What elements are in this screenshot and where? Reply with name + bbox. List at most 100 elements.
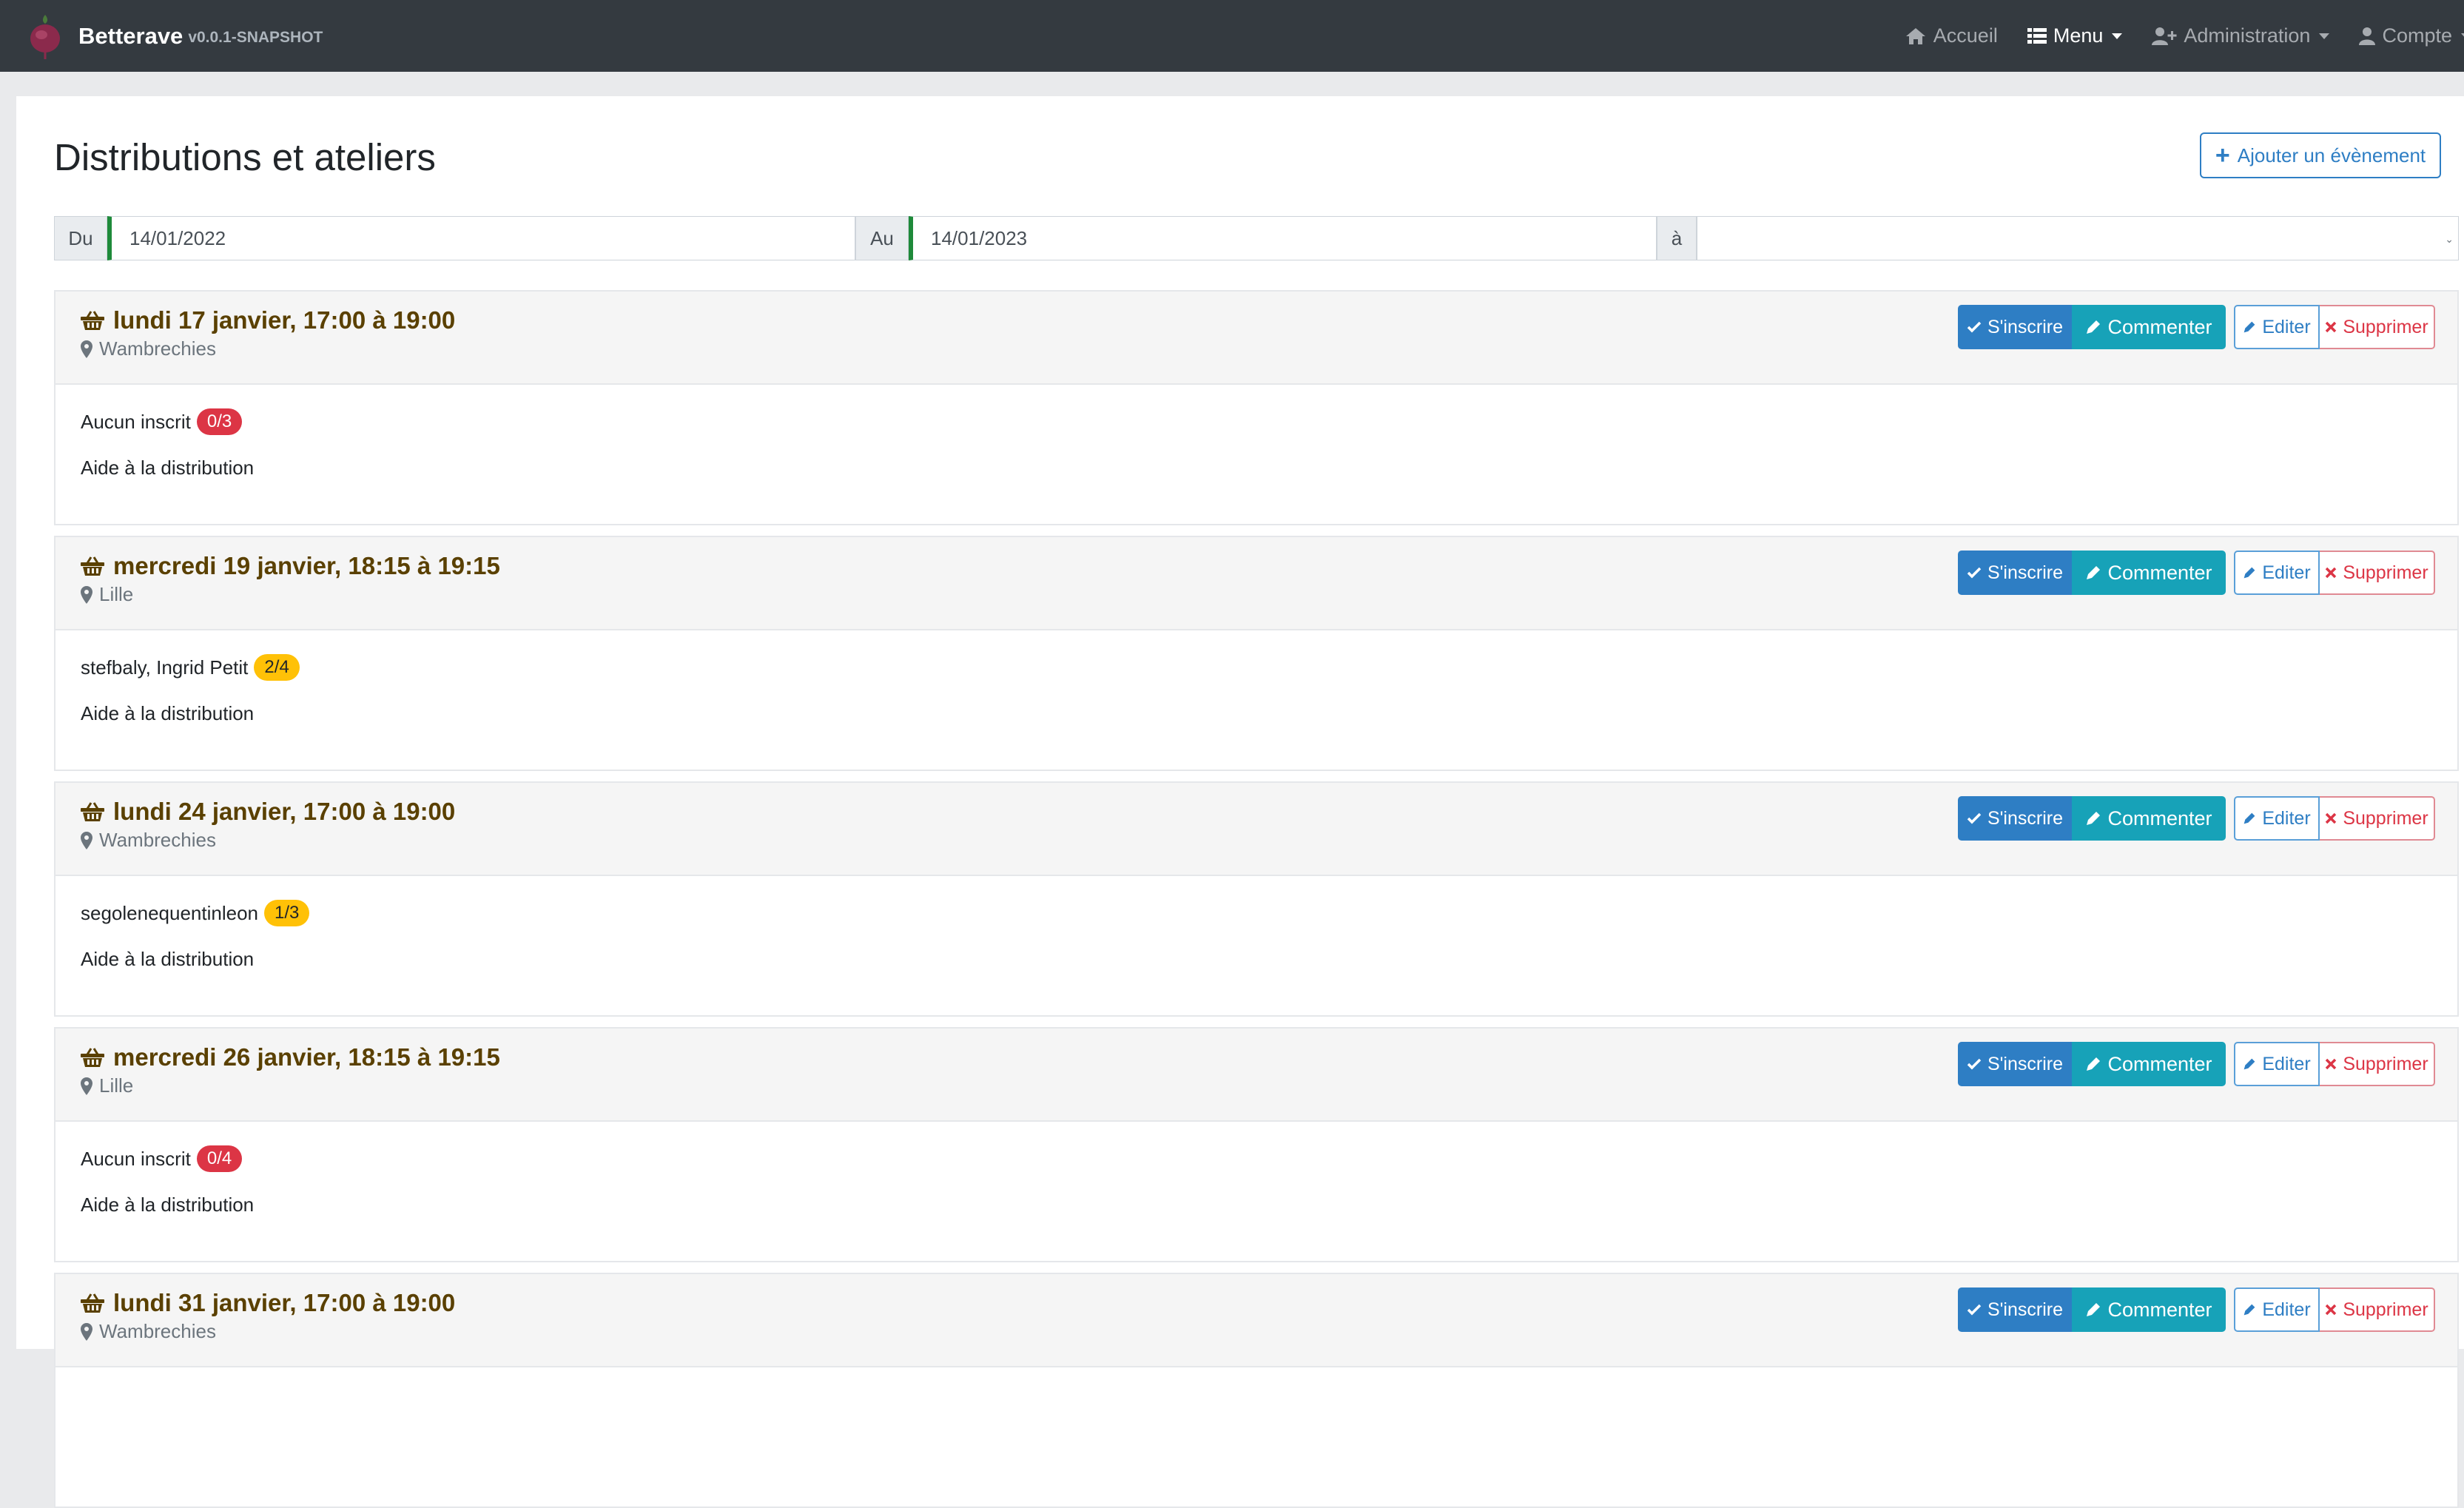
event-role: Aide à la distribution bbox=[81, 1194, 255, 1216]
add-event-label: Ajouter un évènement bbox=[2237, 144, 2426, 166]
event-title-text: lundi 24 janvier, 17:00 à 19:00 bbox=[113, 798, 456, 825]
event-title-text: lundi 17 janvier, 17:00 à 19:00 bbox=[113, 306, 456, 334]
comment-button[interactable]: Commenter bbox=[2072, 796, 2226, 841]
nav-menu-label: Menu bbox=[2053, 24, 2104, 47]
edit-button[interactable]: Editer bbox=[2234, 305, 2320, 349]
event-title: mercredi 19 janvier, 18:15 à 19:15 bbox=[81, 552, 500, 580]
edit-button[interactable]: Editer bbox=[2234, 1042, 2320, 1086]
to-date-input[interactable]: 14/01/2023 bbox=[909, 216, 1657, 260]
subscribe-button[interactable]: S'inscrire bbox=[1958, 796, 2072, 841]
pencil-icon bbox=[2243, 812, 2256, 825]
event-location-text: Wambrechies bbox=[99, 337, 216, 360]
nav-home[interactable]: Accueil bbox=[1905, 24, 1998, 47]
nav-administration[interactable]: Administration bbox=[2152, 24, 2330, 47]
comment-button[interactable]: Commenter bbox=[2072, 1042, 2226, 1086]
edit-label: Editer bbox=[2262, 562, 2311, 583]
event-location: Wambrechies bbox=[81, 337, 216, 360]
capacity-badge: 0/4 bbox=[196, 1145, 243, 1172]
event-title: lundi 31 janvier, 17:00 à 19:00 bbox=[81, 1289, 455, 1317]
event-location-text: Wambrechies bbox=[99, 829, 216, 851]
pencil-icon bbox=[2085, 565, 2101, 581]
edit-button[interactable]: Editer bbox=[2234, 796, 2320, 841]
pencil-icon bbox=[2243, 320, 2256, 334]
delete-button[interactable]: Supprimer bbox=[2320, 796, 2435, 841]
edit-button[interactable]: Editer bbox=[2234, 1287, 2320, 1332]
at-label: à bbox=[1657, 216, 1697, 260]
comment-label: Commenter bbox=[2107, 315, 2212, 338]
chevron-down-icon bbox=[2461, 33, 2464, 39]
brand[interactable]: Betterave v0.0.1-SNAPSHOT bbox=[27, 12, 323, 61]
event-role: Aide à la distribution bbox=[81, 948, 255, 970]
event-participants: Aucun inscrit 0/4 bbox=[81, 1145, 243, 1172]
pencil-icon bbox=[2085, 810, 2101, 827]
edit-button[interactable]: Editer bbox=[2234, 551, 2320, 595]
subscribe-button[interactable]: S'inscrire bbox=[1958, 1287, 2072, 1332]
event-admin-actions: Editer Supprimer bbox=[2234, 305, 2435, 349]
comment-button[interactable]: Commenter bbox=[2072, 1287, 2226, 1332]
basket-icon bbox=[81, 801, 104, 822]
delete-button[interactable]: Supprimer bbox=[2320, 1042, 2435, 1086]
event-location: Lille bbox=[81, 583, 133, 606]
event-title-text: lundi 31 janvier, 17:00 à 19:00 bbox=[113, 1289, 456, 1316]
event-header: mercredi 19 janvier, 18:15 à 19:15 Lille… bbox=[55, 537, 2457, 630]
event-title: mercredi 26 janvier, 18:15 à 19:15 bbox=[81, 1043, 500, 1071]
comment-label: Commenter bbox=[2107, 561, 2212, 584]
event-participants: segolenequentinleon 1/3 bbox=[81, 900, 310, 926]
times-icon bbox=[2325, 321, 2337, 333]
comment-button[interactable]: Commenter bbox=[2072, 551, 2226, 595]
nav-admin-label: Administration bbox=[2184, 24, 2311, 47]
comment-label: Commenter bbox=[2107, 1298, 2212, 1321]
nav-menu[interactable]: Menu bbox=[2027, 24, 2123, 47]
capacity-badge: 2/4 bbox=[254, 654, 300, 681]
subscribe-label: S'inscrire bbox=[1987, 1299, 2063, 1320]
edit-label: Editer bbox=[2262, 807, 2311, 829]
event-location: Wambrechies bbox=[81, 1320, 216, 1343]
capacity-badge: 0/3 bbox=[196, 408, 243, 435]
user-plus-icon bbox=[2152, 27, 2177, 46]
times-icon bbox=[2325, 1058, 2337, 1070]
event-primary-actions: S'inscrire Commenter bbox=[1958, 1287, 2226, 1332]
pencil-icon bbox=[2243, 1303, 2256, 1316]
subscribe-button[interactable]: S'inscrire bbox=[1958, 305, 2072, 349]
subscribe-button[interactable]: S'inscrire bbox=[1958, 551, 2072, 595]
event-role: Aide à la distribution bbox=[81, 702, 255, 724]
map-pin-icon bbox=[81, 585, 92, 604]
pencil-icon bbox=[2243, 566, 2256, 579]
participants-text: stefbaly, Ingrid Petit bbox=[81, 656, 249, 679]
beet-logo-icon bbox=[30, 14, 60, 59]
subscribe-button[interactable]: S'inscrire bbox=[1958, 1042, 2072, 1086]
subscribe-label: S'inscrire bbox=[1987, 562, 2063, 583]
nav-account[interactable]: Compte bbox=[2359, 24, 2464, 47]
app-version: v0.0.1-SNAPSHOT bbox=[188, 29, 323, 46]
delete-button[interactable]: Supprimer bbox=[2320, 305, 2435, 349]
delete-button[interactable]: Supprimer bbox=[2320, 1287, 2435, 1332]
home-icon bbox=[1905, 27, 1927, 46]
check-icon bbox=[1967, 812, 1982, 824]
nav-home-label: Accueil bbox=[1933, 24, 1998, 47]
check-icon bbox=[1967, 1304, 1982, 1316]
from-date-input[interactable]: 14/01/2022 bbox=[107, 216, 855, 260]
participants-text: Aucun inscrit bbox=[81, 410, 191, 433]
to-label: Au bbox=[855, 216, 909, 260]
main-content: Distributions et ateliers + Ajouter un é… bbox=[16, 96, 2464, 1508]
event-title: lundi 24 janvier, 17:00 à 19:00 bbox=[81, 798, 455, 826]
add-event-button[interactable]: + Ajouter un évènement bbox=[2200, 132, 2441, 178]
event-admin-actions: Editer Supprimer bbox=[2234, 1287, 2435, 1332]
event-primary-actions: S'inscrire Commenter bbox=[1958, 305, 2226, 349]
check-icon bbox=[1967, 1058, 1982, 1070]
pencil-icon bbox=[2243, 1057, 2256, 1071]
event-header: mercredi 26 janvier, 18:15 à 19:15 Lille… bbox=[55, 1029, 2457, 1122]
delete-label: Supprimer bbox=[2343, 1053, 2428, 1074]
comment-label: Commenter bbox=[2107, 807, 2212, 829]
location-select[interactable]: ⌄ bbox=[1697, 216, 2459, 260]
comment-button[interactable]: Commenter bbox=[2072, 305, 2226, 349]
times-icon bbox=[2325, 567, 2337, 579]
pencil-icon bbox=[2085, 1302, 2101, 1318]
from-label: Du bbox=[54, 216, 107, 260]
event-location-text: Lille bbox=[99, 1074, 134, 1097]
event-card: lundi 17 janvier, 17:00 à 19:00 Wambrech… bbox=[54, 290, 2459, 525]
subscribe-label: S'inscrire bbox=[1987, 316, 2063, 337]
chevron-down-icon bbox=[2319, 33, 2330, 39]
capacity-badge: 1/3 bbox=[264, 900, 310, 926]
delete-button[interactable]: Supprimer bbox=[2320, 551, 2435, 595]
